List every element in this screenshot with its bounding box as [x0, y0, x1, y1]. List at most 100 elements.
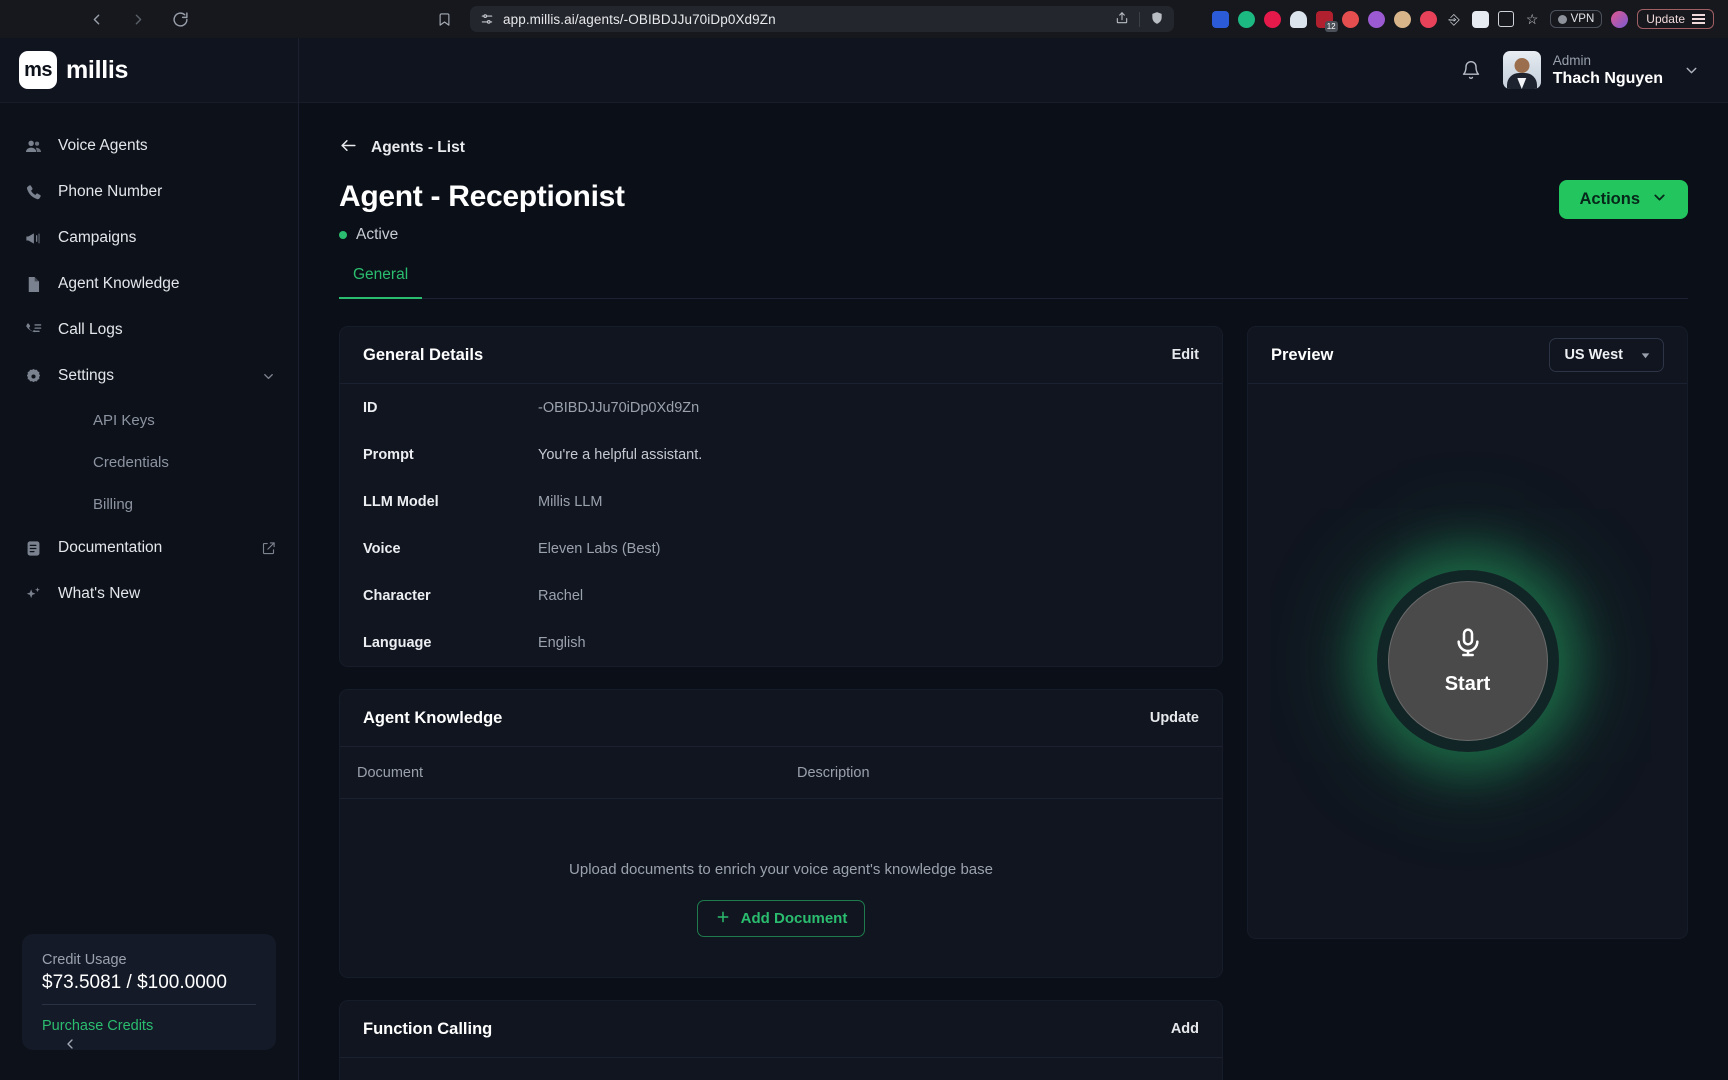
detail-row: Language English	[340, 619, 1222, 666]
sidebar-item-label: Call Logs	[58, 321, 123, 339]
sidebar-collapse-button[interactable]	[62, 1036, 78, 1052]
sidebar-item-voice-agents[interactable]: Voice Agents	[0, 123, 298, 169]
extension-profile-icon[interactable]	[1394, 11, 1411, 28]
microphone-icon	[1452, 627, 1484, 664]
general-details-title: General Details	[363, 346, 483, 365]
sparkles-icon	[22, 585, 44, 604]
bookmark-icon[interactable]	[437, 11, 452, 28]
arrow-left-icon[interactable]	[339, 136, 358, 160]
credit-usage-value: $73.5081 / $100.0000	[42, 972, 256, 1005]
status-dot-icon	[339, 231, 347, 239]
tab-general[interactable]: General	[339, 266, 422, 299]
brand-name: millis	[66, 56, 128, 85]
extension-sidebar-icon[interactable]	[1472, 11, 1489, 28]
extension-dropbox-icon[interactable]	[1290, 11, 1307, 28]
browser-update-button[interactable]: Update	[1637, 9, 1714, 29]
external-link-icon[interactable]	[261, 541, 276, 556]
extension-notion-icon[interactable]	[1420, 11, 1437, 28]
extension-privacy-icon[interactable]	[1368, 11, 1385, 28]
column-header-description: Description	[797, 765, 870, 781]
extension-pinterest-icon[interactable]	[1264, 11, 1281, 28]
vpn-chip[interactable]: VPN	[1550, 10, 1603, 28]
brand-mark: ms	[19, 51, 57, 89]
sidebar-item-agent-knowledge[interactable]: Agent Knowledge	[0, 261, 298, 307]
sidebar-subitem-api-keys[interactable]: API Keys	[0, 399, 298, 441]
users-icon	[22, 137, 44, 156]
mic-button-wrapper: Start	[1338, 531, 1598, 791]
vpn-status-dot	[1558, 15, 1567, 24]
extension-colorful-icon[interactable]	[1611, 11, 1628, 28]
sidebar-item-label: Phone Number	[58, 183, 162, 201]
sidebar-item-settings[interactable]: Settings	[0, 353, 298, 399]
start-call-label: Start	[1445, 673, 1491, 696]
left-column: General Details Edit ID -OBIBDJJu70iDp0X…	[339, 326, 1223, 1080]
extension-bitwarden-icon[interactable]	[1212, 11, 1229, 28]
chevron-down-icon[interactable]	[1683, 62, 1700, 79]
main-area: Admin Thach Nguyen Agents - List Agent -…	[299, 38, 1728, 1080]
page-content: Agents - List Agent - Receptionist Activ…	[299, 103, 1728, 1080]
share-icon[interactable]	[1115, 11, 1129, 28]
tab-bar: General	[339, 266, 1688, 299]
start-call-button[interactable]: Start	[1388, 581, 1548, 741]
page-title-row: Agent - Receptionist Active Actions	[339, 180, 1688, 244]
detail-value: Millis LLM	[538, 494, 602, 510]
add-document-button[interactable]: Add Document	[697, 900, 866, 937]
actions-button[interactable]: Actions	[1559, 180, 1688, 219]
detail-value: -OBIBDJJu70iDp0Xd9Zn	[538, 400, 699, 416]
sidebar-subitem-label: API Keys	[93, 412, 155, 429]
app-shell: ms millis Voice Agents Phone Number	[0, 38, 1728, 1080]
bell-icon[interactable]	[1461, 60, 1481, 80]
preview-card: Preview US West	[1247, 326, 1688, 939]
sidebar-item-whats-new[interactable]: What's New	[0, 571, 298, 617]
megaphone-icon	[22, 229, 44, 248]
purchase-credits-link[interactable]: Purchase Credits	[42, 1018, 256, 1034]
plus-icon	[715, 909, 731, 929]
extension-adblock-icon[interactable]	[1342, 11, 1359, 28]
extension-grammarly-icon[interactable]	[1238, 11, 1255, 28]
sidebar-item-call-logs[interactable]: Call Logs	[0, 307, 298, 353]
sidebar-item-documentation[interactable]: Documentation	[0, 525, 298, 571]
user-menu[interactable]: Admin Thach Nguyen	[1503, 51, 1700, 89]
sidebar-subitem-label: Credentials	[93, 454, 169, 471]
preview-title: Preview	[1271, 346, 1333, 365]
agent-knowledge-title: Agent Knowledge	[363, 709, 502, 728]
breadcrumb[interactable]: Agents - List	[339, 136, 1688, 160]
sidebar-item-campaigns[interactable]: Campaigns	[0, 215, 298, 261]
extension-puzzle-icon[interactable]: ⎆	[1446, 11, 1463, 28]
brave-shield-icon[interactable]	[1150, 11, 1164, 28]
sidebar-item-label: Voice Agents	[58, 137, 148, 155]
book-icon	[22, 539, 44, 558]
back-button[interactable]	[86, 9, 106, 29]
forward-button[interactable]	[128, 9, 148, 29]
chevron-down-icon[interactable]	[261, 369, 276, 384]
reload-button[interactable]	[170, 9, 190, 29]
vpn-label: VPN	[1571, 13, 1595, 25]
address-bar[interactable]: app.millis.ai/agents/-OBIBDJJu70iDp0Xd9Z…	[470, 6, 1174, 32]
address-bar-url: app.millis.ai/agents/-OBIBDJJu70iDp0Xd9Z…	[503, 12, 776, 27]
function-calling-title: Function Calling	[363, 1020, 492, 1039]
detail-value: Rachel	[538, 588, 583, 604]
region-select[interactable]: US West	[1549, 338, 1664, 372]
breadcrumb-label: Agents - List	[371, 139, 465, 157]
site-settings-icon[interactable]	[480, 12, 494, 26]
browser-extensions-tray: 12 ⎆ ☆ VPN Update	[1212, 9, 1714, 29]
edit-button[interactable]: Edit	[1172, 347, 1199, 363]
add-function-button[interactable]: Add	[1171, 1021, 1199, 1037]
general-details-body: ID -OBIBDJJu70iDp0Xd9Zn Prompt You're a …	[340, 384, 1222, 666]
top-bar: Admin Thach Nguyen	[299, 38, 1728, 103]
detail-key: Voice	[363, 541, 538, 557]
menu-icon[interactable]	[1692, 14, 1705, 24]
extension-star-icon[interactable]: ☆	[1524, 11, 1541, 28]
detail-key: Prompt	[363, 447, 538, 463]
extension-badge-count: 12	[1325, 21, 1338, 32]
update-button[interactable]: Update	[1150, 710, 1199, 726]
sidebar-item-phone-number[interactable]: Phone Number	[0, 169, 298, 215]
general-details-header: General Details Edit	[340, 327, 1222, 384]
brand-logo[interactable]: ms millis	[0, 38, 298, 103]
sidebar-subitem-credentials[interactable]: Credentials	[0, 441, 298, 483]
sidebar-subitem-billing[interactable]: Billing	[0, 483, 298, 525]
extension-clipboard-icon[interactable]	[1498, 11, 1515, 28]
extension-calendar-icon[interactable]: 12	[1316, 11, 1333, 28]
right-column: Preview US West	[1247, 326, 1688, 1080]
sidebar-item-label: Agent Knowledge	[58, 275, 180, 293]
